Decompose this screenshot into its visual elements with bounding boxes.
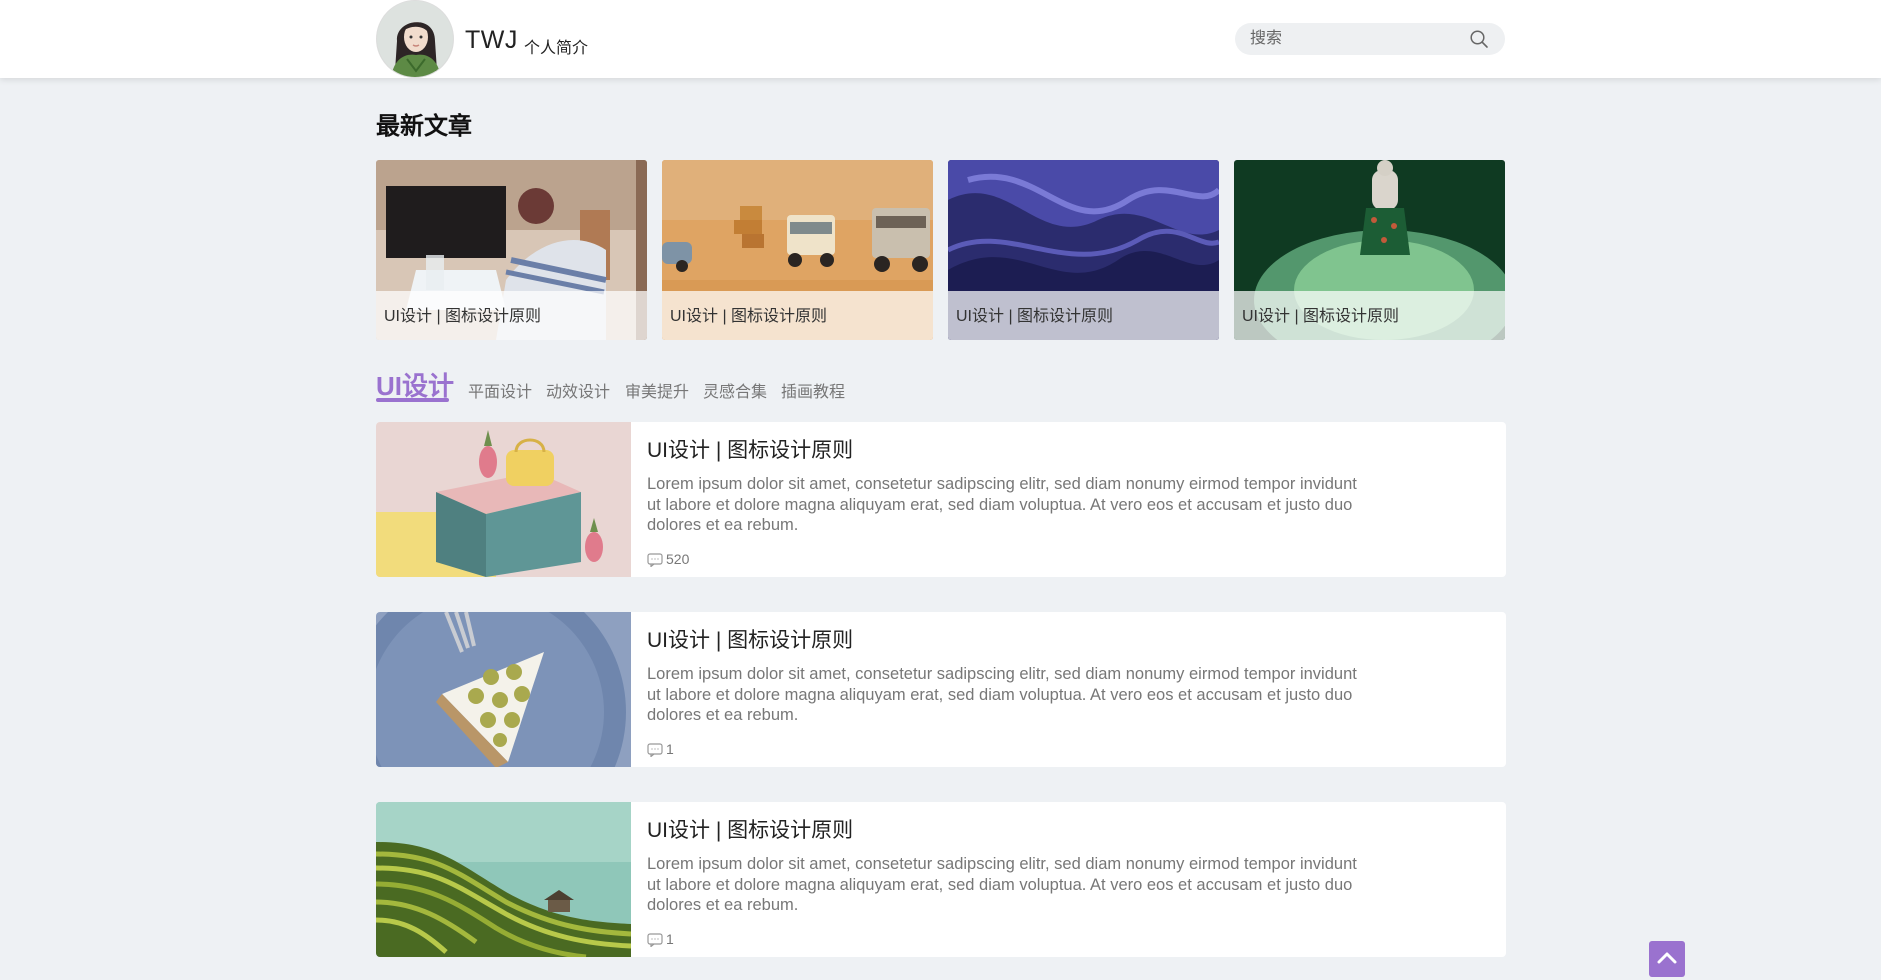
article-title[interactable]: UI设计 | 图标设计原则 — [647, 624, 853, 654]
latest-card[interactable]: UI设计 | 图标设计原则 — [948, 160, 1219, 340]
latest-card-caption: UI设计 | 图标设计原则 — [670, 308, 828, 325]
avatar[interactable] — [376, 0, 454, 78]
latest-card-caption-bg: UI设计 | 图标设计原则 — [948, 291, 1219, 340]
comment-icon — [647, 933, 663, 947]
avatar-illustration — [377, 1, 453, 77]
latest-card[interactable]: UI设计 | 图标设计原则 — [1234, 160, 1505, 340]
article-meta: 1 — [647, 931, 674, 947]
article-excerpt: Lorem ipsum dolor sit amet, consetetur s… — [647, 665, 1357, 724]
latest-card-caption: UI设计 | 图标设计原则 — [1242, 308, 1400, 325]
latest-card-caption-bg: UI设计 | 图标设计原则 — [376, 291, 647, 340]
tab-motion-design[interactable]: 动效设计 — [546, 378, 610, 402]
site-header: TWJ 个人简介 — [0, 0, 1881, 78]
article-excerpt: Lorem ipsum dolor sit amet, consetetur s… — [647, 475, 1357, 534]
chevron-up-icon — [1657, 952, 1677, 964]
latest-card-caption: UI设计 | 图标设计原则 — [956, 308, 1114, 325]
comment-count: 1 — [666, 741, 674, 757]
latest-card-caption: UI设计 | 图标设计原则 — [384, 308, 542, 325]
section-title-latest: 最新文章 — [376, 113, 472, 140]
article-title[interactable]: UI设计 | 图标设计原则 — [647, 434, 853, 464]
article-card[interactable]: UI设计 | 图标设计原则 Lorem ipsum dolor sit amet… — [376, 422, 1506, 577]
about-link[interactable]: 个人简介 — [524, 34, 588, 58]
article-meta: 1 — [647, 741, 674, 757]
article-title[interactable]: UI设计 | 图标设计原则 — [647, 814, 853, 844]
comment-count: 520 — [666, 551, 690, 567]
comment-icon — [647, 743, 663, 757]
article-card[interactable]: UI设计 | 图标设计原则 Lorem ipsum dolor sit amet… — [376, 802, 1506, 957]
article-meta: 520 — [647, 551, 689, 567]
article-card[interactable]: UI设计 | 图标设计原则 Lorem ipsum dolor sit amet… — [376, 612, 1506, 767]
article-thumbnail — [376, 802, 631, 957]
search-box — [1235, 23, 1505, 55]
article-excerpt: Lorem ipsum dolor sit amet, consetetur s… — [647, 855, 1357, 914]
latest-card-caption-bg: UI设计 | 图标设计原则 — [662, 291, 933, 340]
article-thumbnail — [376, 422, 631, 577]
site-title[interactable]: TWJ — [465, 26, 518, 55]
latest-card[interactable]: UI设计 | 图标设计原则 — [662, 160, 933, 340]
tab-inspiration[interactable]: 灵感合集 — [703, 378, 767, 402]
latest-card[interactable]: UI设计 | 图标设计原则 — [376, 160, 647, 340]
comment-icon — [647, 553, 663, 567]
tab-aesthetics[interactable]: 审美提升 — [625, 378, 689, 402]
comment-count: 1 — [666, 931, 674, 947]
article-thumbnail — [376, 612, 631, 767]
tab-graphic-design[interactable]: 平面设计 — [468, 378, 532, 402]
latest-card-caption-bg: UI设计 | 图标设计原则 — [1234, 291, 1505, 340]
tab-illustration-tutorial[interactable]: 插画教程 — [781, 378, 845, 402]
search-icon[interactable] — [1469, 29, 1489, 49]
active-tab-underline — [376, 398, 449, 402]
search-input[interactable] — [1250, 27, 1460, 51]
back-to-top-button[interactable] — [1649, 941, 1685, 977]
